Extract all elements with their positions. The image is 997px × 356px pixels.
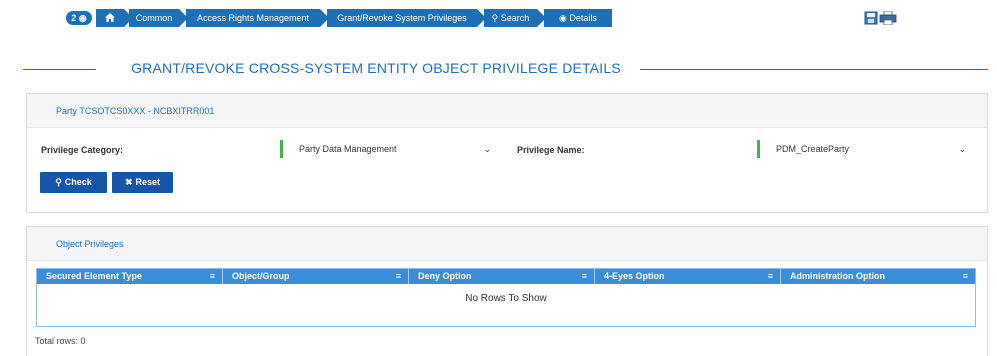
column-header-4-eyes-option[interactable]: 4-Eyes Option ≡: [595, 269, 781, 284]
print-icon[interactable]: [879, 10, 897, 26]
privilege-category-value: Party Data Management: [299, 144, 397, 154]
privilege-name-value: PDM_CreateParty: [776, 144, 850, 154]
column-header-administration-option[interactable]: Administration Option ≡: [781, 269, 975, 284]
object-privileges-header: Object Privileges: [27, 227, 987, 261]
breadcrumb-label: Common: [135, 13, 173, 23]
reset-button-label: Reset: [135, 177, 161, 187]
privilege-category-label: Privilege Category:: [41, 145, 124, 155]
privilege-name-label: Privilege Name:: [517, 145, 585, 155]
privilege-name-select[interactable]: PDM_CreateParty ⌄: [757, 140, 974, 158]
title-rule-left: [23, 69, 96, 70]
eye-icon: ◉: [559, 13, 567, 23]
column-menu-icon[interactable]: ≡: [210, 269, 215, 284]
object-privileges-grid: Secured Element Type ≡ Object/Group ≡ De…: [36, 268, 976, 327]
column-header-secured-element-type[interactable]: Secured Element Type ≡: [37, 269, 223, 284]
column-menu-icon[interactable]: ≡: [963, 269, 968, 284]
privilege-category-select[interactable]: Party Data Management ⌄: [280, 140, 499, 158]
open-tabs-count: 2: [71, 13, 77, 23]
open-tabs-badge[interactable]: 2 ◉: [66, 11, 92, 25]
breadcrumb-label: Details: [569, 13, 597, 23]
title-rule-right: [640, 69, 988, 70]
breadcrumb-common[interactable]: Common: [129, 9, 188, 27]
chevron-down-icon: ⌄: [958, 144, 966, 154]
search-icon: ⚲: [491, 13, 499, 23]
breadcrumb-search[interactable]: ⚲ Search: [484, 9, 546, 27]
column-menu-icon[interactable]: ≡: [768, 269, 773, 284]
column-menu-icon[interactable]: ≡: [582, 269, 587, 284]
breadcrumb-label: Search: [500, 13, 530, 23]
grid-empty-message: No Rows To Show: [465, 293, 547, 304]
check-button-label: Check: [64, 177, 92, 187]
reset-button[interactable]: ✖ Reset: [112, 172, 173, 193]
chevron-down-icon: ⌄: [483, 144, 491, 154]
column-header-deny-option[interactable]: Deny Option ≡: [409, 269, 595, 284]
column-menu-icon[interactable]: ≡: [396, 269, 401, 284]
eye-icon: ◉: [78, 13, 87, 23]
breadcrumb-access-rights[interactable]: Access Rights Management: [186, 9, 329, 27]
search-icon: ⚲: [55, 177, 62, 187]
breadcrumb-grant-revoke[interactable]: Grant/Revoke System Privileges: [327, 9, 486, 27]
check-button[interactable]: ⚲ Check: [40, 172, 107, 193]
party-panel-header: Party TCSOTCS0XXX - NCBXITRR001: [27, 94, 987, 128]
save-icon[interactable]: [864, 11, 878, 25]
home-icon: [96, 9, 124, 27]
breadcrumb-details[interactable]: ◉ Details: [544, 9, 612, 27]
breadcrumb-label: Grant/Revoke System Privileges: [337, 13, 467, 23]
column-header-object-group[interactable]: Object/Group ≡: [223, 269, 409, 284]
grid-header: Secured Element Type ≡ Object/Group ≡ De…: [37, 269, 975, 284]
breadcrumb-label: Access Rights Management: [196, 13, 310, 23]
breadcrumb-home[interactable]: [96, 9, 133, 27]
total-rows: Total rows: 0: [35, 336, 86, 346]
close-icon: ✖: [124, 177, 133, 187]
page-title: GRANT/REVOKE CROSS-SYSTEM ENTITY OBJECT …: [131, 60, 621, 76]
